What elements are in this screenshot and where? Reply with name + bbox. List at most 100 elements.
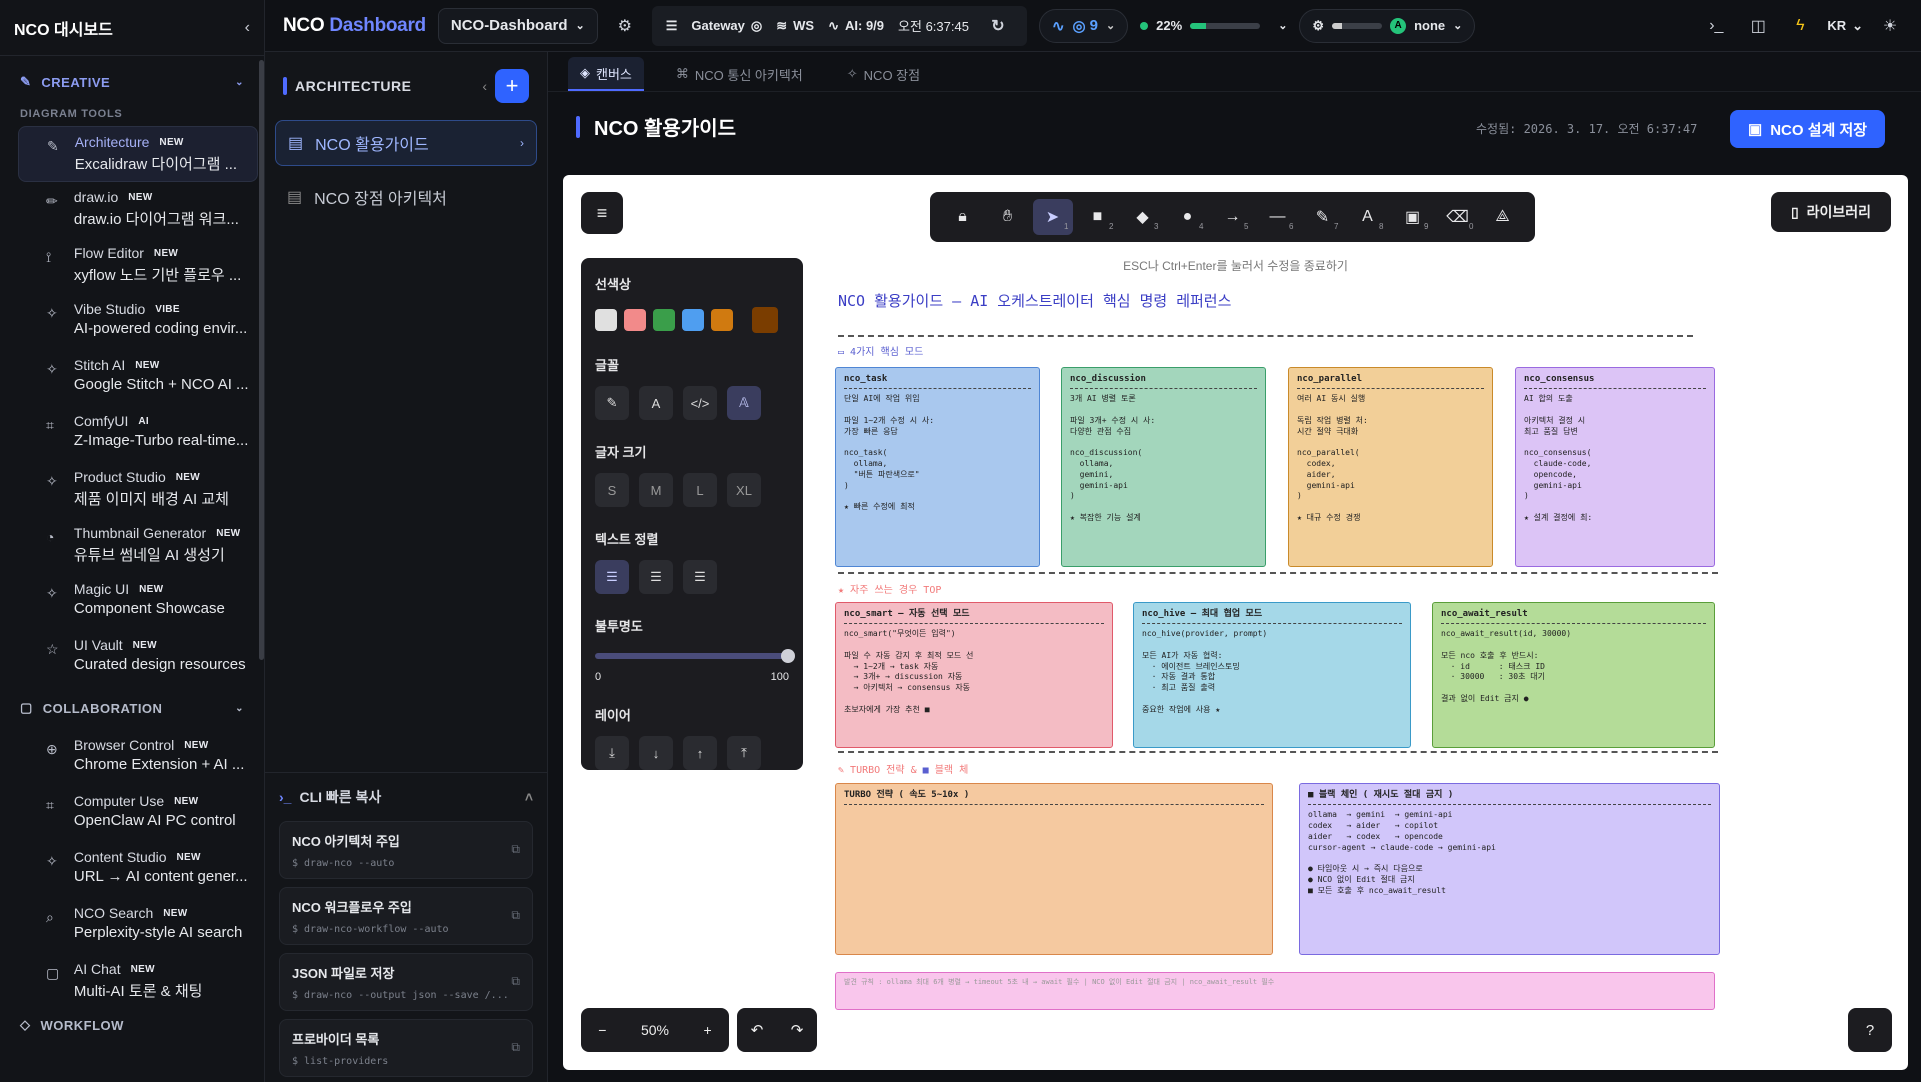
sidebar-item-browser-control[interactable]: ⊕ Browser Control NEW Chrome Extension + …: [18, 730, 258, 786]
footer-rules-bar[interactable]: 발견 규칙 : ollama 최대 6개 병렬 → timeout 5초 내 →…: [835, 972, 1715, 1010]
undo-icon[interactable]: ↶: [751, 1021, 764, 1039]
shapes-extra-icon[interactable]: ⟁: [1483, 199, 1523, 235]
excalidraw-canvas[interactable]: ≡ 🔒︎ ✋︎ ➤ 1 ■ 2 ◆ 3 ● 4 → 5 —6 ✎ 7 A8 ▣ 9 ⌫ 0 ⟁ …: [563, 175, 1908, 1070]
cli-card[interactable]: 프로바이더 목록 $ list-providers ⧉: [279, 1019, 533, 1077]
hamburger-menu-icon[interactable]: ≡: [581, 192, 623, 234]
align-left-icon[interactable]: ☰: [595, 560, 629, 594]
cli-card[interactable]: NCO 아키텍처 주입 $ draw-nco --auto ⧉: [279, 821, 533, 879]
terminal-icon[interactable]: ›_: [1701, 11, 1731, 41]
cli-header[interactable]: ›_ CLI 빠른 복사 ˄: [265, 773, 547, 821]
draw-pencil-icon[interactable]: ✎ 7: [1303, 199, 1343, 235]
diamond-icon[interactable]: ◆ 3: [1123, 199, 1163, 235]
tab-communication[interactable]: ⌘ NCO 통신 아키텍처: [664, 57, 815, 91]
sidebar-item-architecture[interactable]: ✎ Architecture NEW Excalidraw 다이어그램 ...: [18, 126, 258, 182]
color-swatch[interactable]: [595, 309, 617, 331]
project-select[interactable]: NCO-Dashboard ⌄: [437, 7, 598, 44]
section-creative[interactable]: ✎ CREATIVE ⌄: [0, 60, 264, 104]
provider-select[interactable]: ⚙ A none ⌄: [1299, 8, 1476, 43]
font-code-icon[interactable]: </>: [683, 386, 717, 420]
cpu-meter[interactable]: 22% ⌄: [1140, 18, 1287, 33]
hand-icon[interactable]: ✋︎: [988, 199, 1028, 235]
arch-item-guide[interactable]: ▤ NCO 활용가이드 ›: [275, 120, 537, 166]
card-nco-await-result[interactable]: nco_await_result nco_await_result(id, 300…: [1432, 602, 1715, 748]
select-arrow-icon[interactable]: ➤ 1: [1032, 199, 1073, 235]
sidebar-item-vibe-studio[interactable]: ✧ Vibe Studio VIBE AI-powered coding envi…: [18, 294, 258, 350]
eraser-icon[interactable]: ⌫ 0: [1438, 199, 1478, 235]
chevron-left-icon[interactable]: ‹: [482, 78, 487, 94]
arch-item-advantages[interactable]: ▤ NCO 장점 아키텍처: [275, 174, 537, 220]
ellipse-icon[interactable]: ● 4: [1168, 199, 1208, 235]
line-icon[interactable]: —6: [1258, 199, 1298, 235]
split-panel-icon[interactable]: ◫: [1743, 11, 1773, 41]
tab-canvas[interactable]: ◈ 캔버스: [568, 57, 644, 91]
opacity-slider[interactable]: [595, 649, 795, 663]
sidebar-item-comfyui[interactable]: ⌗ ComfyUI AI Z-Image-Turbo real-time...: [18, 406, 258, 462]
collapse-sidebar-icon[interactable]: ‹: [245, 19, 250, 37]
copy-icon[interactable]: ⧉: [511, 908, 520, 923]
image-icon[interactable]: ▣ 9: [1393, 199, 1433, 235]
sidebar-item-magic-ui[interactable]: ✧ Magic UI NEW Component Showcase: [18, 574, 258, 630]
copy-icon[interactable]: ⧉: [511, 974, 520, 989]
sidebar-item-flow-editor[interactable]: ⟟ Flow Editor NEW xyflow 노드 기반 플로우 ...: [18, 238, 258, 294]
card-nco-parallel[interactable]: nco_parallel 여러 AI 동시 실행 독립 작업 병렬 처: 시간 절…: [1288, 367, 1493, 567]
sidebar-item-product-studio[interactable]: ✧ Product Studio NEW 제품 이미지 배경 AI 교체: [18, 462, 258, 518]
card-turbo-strategy[interactable]: TURBO 전략 ( 속도 5~10x ): [835, 783, 1273, 955]
rectangle-icon[interactable]: ■ 2: [1078, 199, 1118, 235]
card-nco-hive[interactable]: nco_hive — 최대 협업 모드 nco_hive(provider, pr…: [1133, 602, 1411, 748]
sun-icon[interactable]: ☀: [1875, 11, 1905, 41]
size-s-button[interactable]: S: [595, 473, 629, 507]
card-nco-smart[interactable]: nco_smart — 자동 선택 모드 nco_smart("무엇이든 입력")…: [835, 602, 1113, 748]
size-xl-button[interactable]: XL: [727, 473, 761, 507]
diagram-title[interactable]: NCO 활용가이드 — AI 오케스트레이터 핵심 명령 레퍼런스: [838, 290, 1231, 311]
activity-pill[interactable]: ∿ ◎ 9 ⌄: [1038, 8, 1129, 43]
library-button[interactable]: ▯ 라이브러리: [1771, 192, 1891, 232]
cli-card[interactable]: NCO 워크플로우 주입 $ draw-nco-workflow --auto …: [279, 887, 533, 945]
add-diagram-button[interactable]: +: [495, 69, 529, 103]
section-collaboration[interactable]: ▢ COLLABORATION ⌄: [0, 686, 264, 730]
zoom-in-button[interactable]: +: [704, 1022, 712, 1038]
sidebar-item-ai-chat[interactable]: ▢ AI Chat NEW Multi-AI 토론 & 채팅: [18, 954, 258, 1010]
color-swatch[interactable]: [682, 309, 704, 331]
lock-icon[interactable]: 🔒︎: [943, 199, 983, 235]
card-nco-discussion[interactable]: nco_discussion 3개 AI 병렬 토론 파일 3개+ 수정 시 사:…: [1061, 367, 1266, 567]
color-swatch[interactable]: [752, 307, 778, 333]
redo-icon[interactable]: ↷: [791, 1021, 804, 1039]
copy-icon[interactable]: ⧉: [511, 1040, 520, 1055]
help-icon[interactable]: ?: [1848, 1008, 1892, 1052]
size-l-button[interactable]: L: [683, 473, 717, 507]
color-swatch[interactable]: [711, 309, 733, 331]
sidebar-item-stitch-ai[interactable]: ✧ Stitch AI NEW Google Stitch + NCO AI ..…: [18, 350, 258, 406]
save-design-button[interactable]: ▣ NCO 설계 저장: [1730, 110, 1886, 148]
zoom-out-button[interactable]: −: [598, 1022, 606, 1038]
card-nco-task[interactable]: nco_task 단일 AI에 작업 위임 파일 1~2개 수정 시 사: 가장 …: [835, 367, 1040, 567]
sidebar-item-nco-search[interactable]: ⌕ NCO Search NEW Perplexity-style AI sear…: [18, 898, 258, 954]
settings-gear-icon[interactable]: ⚙: [610, 11, 640, 41]
bring-forward-icon[interactable]: ↑: [683, 736, 717, 770]
align-center-icon[interactable]: ☰: [639, 560, 673, 594]
section-top-usage[interactable]: ★ 자주 쓰는 경우 TOP: [838, 581, 941, 596]
card-nco-consensus[interactable]: nco_consensus AI 합의 도출 아키텍처 결정 시 최고 품질 답변…: [1515, 367, 1715, 567]
tab-advantages[interactable]: ✧ NCO 장점: [835, 57, 932, 91]
align-right-icon[interactable]: ☰: [683, 560, 717, 594]
section-workflow[interactable]: ◇ WORKFLOW: [0, 1010, 264, 1040]
sidebar-item-draw-io[interactable]: ✏ draw.io NEW draw.io 다이어그램 워크...: [18, 182, 258, 238]
refresh-icon[interactable]: ↻: [983, 11, 1013, 41]
cli-card[interactable]: JSON 파일로 저장 $ draw-nco --output json --s…: [279, 953, 533, 1011]
font-hand-icon[interactable]: ✎: [595, 386, 629, 420]
sidebar-scrollbar[interactable]: [259, 60, 264, 660]
copy-icon[interactable]: ⧉: [511, 842, 520, 857]
arrow-icon[interactable]: → 5: [1213, 199, 1253, 235]
send-backward-icon[interactable]: ↓: [639, 736, 673, 770]
opacity-thumb[interactable]: [781, 649, 795, 663]
bring-to-front-icon[interactable]: ⤒: [727, 736, 761, 770]
sidebar-item-ui-vault[interactable]: ☆ UI Vault NEW Curated design resources: [18, 630, 258, 686]
color-swatch[interactable]: [653, 309, 675, 331]
language-select[interactable]: KR ⌄: [1827, 18, 1863, 34]
sidebar-item-content-studio[interactable]: ✧ Content Studio NEW URL → AI content gen…: [18, 842, 258, 898]
send-to-back-icon[interactable]: ⤓: [595, 736, 629, 770]
color-swatch[interactable]: [624, 309, 646, 331]
lightning-icon[interactable]: ϟ: [1785, 11, 1815, 41]
font-custom-icon[interactable]: 𝔸: [727, 386, 761, 420]
section-turbo[interactable]: ✎ TURBO 전략 & ■ 블랙 체: [838, 761, 968, 776]
text-icon[interactable]: A8: [1348, 199, 1388, 235]
